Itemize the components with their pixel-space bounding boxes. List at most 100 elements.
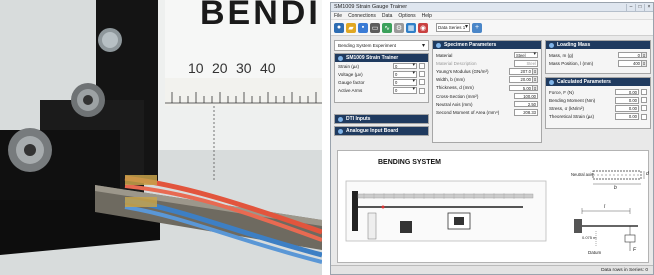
- field-label: Neutral Axis (mm): [436, 101, 473, 107]
- strain-checkbox[interactable]: [419, 63, 425, 70]
- field-label: Material Description: [436, 60, 477, 66]
- specimen-parameters-panel: Specimen Parameters Material Steel Materi…: [432, 40, 542, 143]
- close-icon[interactable]: ×: [644, 3, 653, 11]
- mass-position-field[interactable]: 400: [618, 60, 642, 67]
- force-value: 0.00: [615, 88, 639, 96]
- collapse-icon: [549, 79, 554, 85]
- window-title: SM1009 Strain Gauge Trainer: [334, 4, 408, 10]
- menu-help[interactable]: Help: [422, 13, 432, 19]
- menu-connections[interactable]: Connections: [348, 13, 376, 19]
- expand-icon: [338, 128, 343, 134]
- spinner-icon[interactable]: ⇕: [533, 68, 538, 75]
- force-checkbox[interactable]: [641, 89, 647, 96]
- apparatus-drawing: [0, 0, 322, 275]
- record-icon[interactable]: ◉: [418, 22, 428, 33]
- loading-mass-panel: Loading Mass Mass, m (g) 0 ⇕ Mass Position…: [545, 40, 651, 74]
- theoretical-strain-value: 0.00: [615, 113, 639, 120]
- strain-trainer-panel: SM1009 Strain Trainer Strain (µε) 0 Volta…: [334, 53, 429, 103]
- field-label: Voltage (µv): [338, 71, 363, 77]
- material-description-field[interactable]: Steel: [514, 60, 538, 67]
- collapse-icon: [549, 42, 554, 48]
- active-arms-field[interactable]: 0: [393, 87, 417, 94]
- collapse-icon: [436, 42, 441, 48]
- spinner-icon[interactable]: ⇕: [533, 84, 538, 92]
- label-l: l: [604, 204, 606, 210]
- theoretical-strain-checkbox[interactable]: [641, 113, 647, 120]
- menu-data[interactable]: Data: [382, 13, 393, 19]
- save-icon[interactable]: ▪: [358, 22, 368, 33]
- cross-section-field: 100.00: [514, 92, 538, 100]
- field-label: Bending Moment (Nm): [549, 97, 596, 103]
- maximize-icon[interactable]: □: [635, 3, 644, 11]
- voltage-checkbox[interactable]: [419, 71, 425, 78]
- print-icon[interactable]: ▭: [370, 22, 380, 33]
- bending-system-diagram: BENDING SYSTEM Neutral axis d b l 0.075 …: [337, 150, 649, 263]
- menu-bar: File Connections Data Options Help: [331, 12, 653, 20]
- apparatus-photo: BENDING 10 20 30 40: [0, 0, 322, 275]
- menu-file[interactable]: File: [334, 13, 342, 19]
- field-label: Mass Position, l (mm): [549, 60, 594, 66]
- spinner-icon[interactable]: ⇕: [533, 76, 538, 83]
- field-label: Active Arms: [338, 88, 363, 94]
- table-icon[interactable]: ▦: [406, 22, 416, 33]
- panel-title: Analogue Input Board: [346, 128, 399, 134]
- thickness-field[interactable]: 5.00: [509, 84, 533, 92]
- width-field[interactable]: 20.00: [509, 76, 533, 83]
- panel-title: Calculated Parameters: [557, 79, 611, 85]
- field-label: Width, b (mm): [436, 77, 465, 83]
- panel-title: DTI Inputs: [346, 116, 371, 122]
- status-bar: Data rows in Series: 0: [331, 265, 653, 274]
- chevron-down-icon: ▾: [421, 43, 425, 49]
- panel-title: Loading Mass: [557, 42, 591, 48]
- dti-inputs-panel[interactable]: DTI Inputs: [334, 114, 429, 124]
- field-label: Strain (µε): [338, 63, 360, 69]
- field-label: Young's Modulus (GN/m²): [436, 68, 489, 74]
- active-arms-checkbox[interactable]: [419, 87, 425, 94]
- offset-label: 0.075 m: [582, 235, 597, 240]
- spinner-icon[interactable]: ⇕: [642, 60, 647, 67]
- menu-options[interactable]: Options: [398, 13, 415, 19]
- toolbar: ● ▰ ▪ ▭ ∿ ⚙ ▦ ◉ Data Series 1 +: [331, 20, 653, 36]
- collapse-icon: [338, 55, 343, 61]
- field-label: Thickness, d (mm): [436, 85, 474, 91]
- spinner-icon[interactable]: ⇕: [642, 51, 647, 59]
- material-select[interactable]: Steel: [514, 51, 538, 59]
- stress-checkbox[interactable]: [641, 105, 647, 112]
- field-label: Stress, σ (kN/m²): [549, 105, 584, 111]
- ruler-number: 10: [188, 60, 204, 76]
- youngs-modulus-field[interactable]: 207.0: [509, 68, 533, 75]
- field-label: Force, F (N): [549, 89, 574, 95]
- gauge-factor-checkbox[interactable]: [419, 79, 425, 86]
- bending-moment-checkbox[interactable]: [641, 97, 647, 104]
- stress-value: 0.00: [615, 105, 639, 112]
- ruler-number: 30: [236, 60, 252, 76]
- field-label: Second Moment of Area (mm⁴): [436, 109, 500, 115]
- bending-label: BENDING: [200, 0, 322, 32]
- second-moment-field: 208.33: [514, 109, 538, 116]
- settings-icon[interactable]: ⚙: [394, 22, 404, 33]
- expand-icon: [338, 116, 343, 122]
- mass-field[interactable]: 0: [618, 51, 642, 59]
- open-folder-icon[interactable]: ▰: [346, 22, 356, 33]
- field-label: Cross-Section (mm²): [436, 93, 479, 99]
- label-d: d: [646, 171, 649, 177]
- bending-moment-value: 0.00: [615, 97, 639, 104]
- label-force: F: [633, 247, 637, 253]
- voltage-field[interactable]: 0: [393, 71, 417, 78]
- graph-icon[interactable]: ∿: [382, 22, 392, 33]
- gauge-factor-field[interactable]: 0: [393, 79, 417, 86]
- experiment-select[interactable]: Bending System Experiment ▾: [334, 40, 429, 51]
- data-series-select[interactable]: Data Series 1: [436, 23, 470, 32]
- add-series-icon[interactable]: +: [472, 22, 482, 33]
- strain-field[interactable]: 0: [393, 62, 417, 70]
- strain-trainer-header[interactable]: SM1009 Strain Trainer: [335, 54, 428, 62]
- ruler-number: 20: [212, 60, 228, 76]
- analogue-board-panel[interactable]: Analogue Input Board: [334, 126, 429, 136]
- panel-title: Specimen Parameters: [444, 42, 497, 48]
- new-icon[interactable]: ●: [334, 22, 344, 33]
- panel-title: SM1009 Strain Trainer: [346, 55, 399, 61]
- field-label: Theoretical Strain (µε): [549, 114, 595, 120]
- minimize-icon[interactable]: –: [626, 3, 635, 11]
- status-text: Data rows in Series: 0: [601, 267, 648, 273]
- strain-gauge-app-window: SM1009 Strain Gauge Trainer – □ × File C…: [330, 2, 654, 275]
